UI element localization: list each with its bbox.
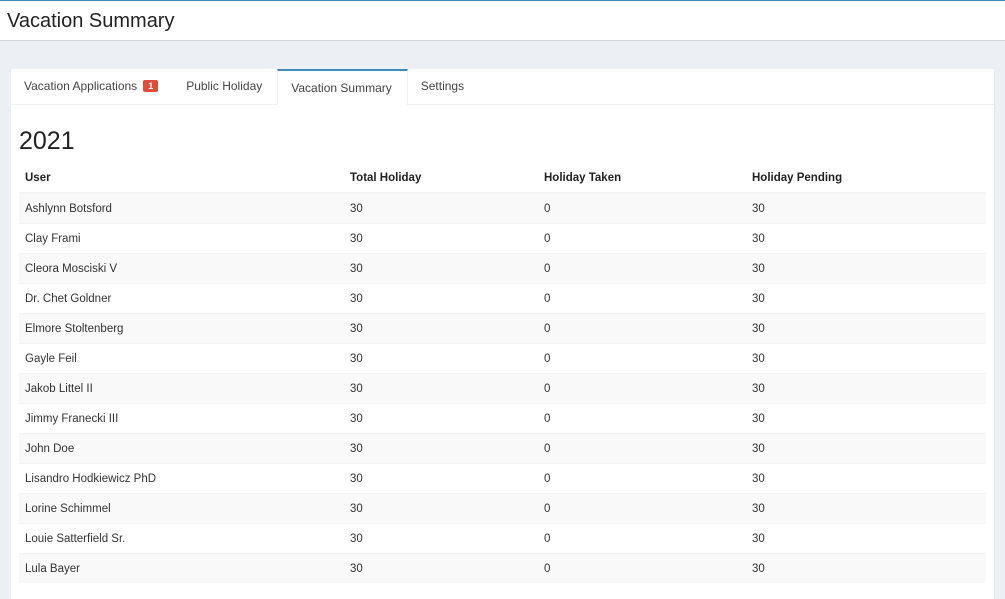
tab-label: Vacation Summary	[291, 81, 392, 95]
table-row: Cleora Mosciski V 30 0 30	[19, 253, 986, 284]
total-holiday-cell: 30	[344, 253, 538, 284]
holiday-taken-cell: 0	[538, 223, 746, 254]
user-cell: Cleora Mosciski V	[19, 253, 344, 284]
user-cell: Gayle Feil	[19, 343, 344, 374]
holiday-taken-cell: 0	[538, 343, 746, 374]
page-title: Vacation Summary	[7, 10, 175, 32]
table-row: Louie Satterfield Sr. 30 0 30	[19, 523, 986, 554]
tab-label: Settings	[420, 79, 465, 93]
column-header-user: User	[19, 164, 344, 194]
total-holiday-cell: 30	[344, 463, 538, 494]
holiday-pending-cell: 30	[746, 523, 986, 554]
table-row: Clay Frami 30 0 30	[19, 223, 986, 254]
vacation-summary-table: User Total Holiday Holiday Taken Holiday…	[19, 164, 986, 583]
holiday-pending-cell: 30	[746, 192, 986, 224]
user-cell: Ashlynn Botsford	[19, 192, 344, 224]
holiday-pending-cell: 30	[746, 343, 986, 374]
user-cell: Louie Satterfield Sr.	[19, 523, 344, 554]
tab-label: Vacation Applications	[24, 79, 138, 93]
tab-vacation-summary[interactable]: Vacation Summary	[277, 69, 408, 105]
table-row: Elmore Stoltenberg 30 0 30	[19, 313, 986, 344]
holiday-taken-cell: 0	[538, 433, 746, 464]
year-heading: 2021	[19, 127, 75, 155]
table-row: Lula Bayer 30 0 30	[19, 553, 986, 583]
column-header-holiday-taken: Holiday Taken	[538, 164, 746, 194]
user-cell: Elmore Stoltenberg	[19, 313, 344, 344]
holiday-pending-cell: 30	[746, 313, 986, 344]
tab-bar: Vacation Applications 1 Public Holiday V…	[11, 69, 994, 105]
total-holiday-cell: 30	[344, 373, 538, 404]
table-row: Lorine Schimmel 30 0 30	[19, 493, 986, 524]
holiday-pending-cell: 30	[746, 403, 986, 434]
user-cell: Lisandro Hodkiewicz PhD	[19, 463, 344, 494]
holiday-taken-cell: 0	[538, 553, 746, 583]
tab-public-holiday[interactable]: Public Holiday	[173, 69, 277, 103]
content-card: Vacation Applications 1 Public Holiday V…	[11, 69, 994, 599]
user-cell: Lorine Schimmel	[19, 493, 344, 524]
holiday-pending-cell: 30	[746, 373, 986, 404]
total-holiday-cell: 30	[344, 223, 538, 254]
column-header-total-holiday: Total Holiday	[344, 164, 538, 194]
user-cell: Jakob Littel II	[19, 373, 344, 404]
table-row: Ashlynn Botsford 30 0 30	[19, 192, 986, 224]
table-row: John Doe 30 0 30	[19, 433, 986, 464]
total-holiday-cell: 30	[344, 493, 538, 524]
table-row: Jakob Littel II 30 0 30	[19, 373, 986, 404]
table-row: Jimmy Franecki III 30 0 30	[19, 403, 986, 434]
total-holiday-cell: 30	[344, 313, 538, 344]
holiday-taken-cell: 0	[538, 523, 746, 554]
holiday-taken-cell: 0	[538, 403, 746, 434]
holiday-taken-cell: 0	[538, 313, 746, 344]
user-cell: Jimmy Franecki III	[19, 403, 344, 434]
total-holiday-cell: 30	[344, 433, 538, 464]
holiday-taken-cell: 0	[538, 283, 746, 314]
table-row: Lisandro Hodkiewicz PhD 30 0 30	[19, 463, 986, 494]
table-row: Gayle Feil 30 0 30	[19, 343, 986, 374]
tab-settings[interactable]: Settings	[408, 69, 479, 103]
holiday-taken-cell: 0	[538, 192, 746, 224]
holiday-pending-cell: 30	[746, 553, 986, 583]
holiday-pending-cell: 30	[746, 253, 986, 284]
user-cell: Lula Bayer	[19, 553, 344, 583]
holiday-taken-cell: 0	[538, 253, 746, 284]
holiday-pending-cell: 30	[746, 433, 986, 464]
table-row: Dr. Chet Goldner 30 0 30	[19, 283, 986, 314]
holiday-taken-cell: 0	[538, 373, 746, 404]
holiday-pending-cell: 30	[746, 463, 986, 494]
user-cell: Dr. Chet Goldner	[19, 283, 344, 314]
user-cell: John Doe	[19, 433, 344, 464]
total-holiday-cell: 30	[344, 283, 538, 314]
holiday-pending-cell: 30	[746, 493, 986, 524]
holiday-taken-cell: 0	[538, 493, 746, 524]
total-holiday-cell: 30	[344, 523, 538, 554]
column-header-holiday-pending: Holiday Pending	[746, 164, 986, 194]
user-cell: Clay Frami	[19, 223, 344, 254]
total-holiday-cell: 30	[344, 553, 538, 583]
total-holiday-cell: 30	[344, 403, 538, 434]
top-header-bar: Vacation Summary	[0, 0, 1005, 41]
holiday-pending-cell: 30	[746, 223, 986, 254]
table-body: Ashlynn Botsford 30 0 30 Clay Frami 30 0 30 Cleo…	[19, 192, 986, 583]
holiday-pending-cell: 30	[746, 283, 986, 314]
total-holiday-cell: 30	[344, 343, 538, 374]
tab-vacation-applications[interactable]: Vacation Applications 1	[11, 69, 173, 103]
holiday-taken-cell: 0	[538, 463, 746, 494]
notification-badge: 1	[143, 80, 159, 92]
total-holiday-cell: 30	[344, 192, 538, 224]
tab-label: Public Holiday	[186, 79, 263, 93]
table-header-row: User Total Holiday Holiday Taken Holiday…	[19, 164, 986, 194]
